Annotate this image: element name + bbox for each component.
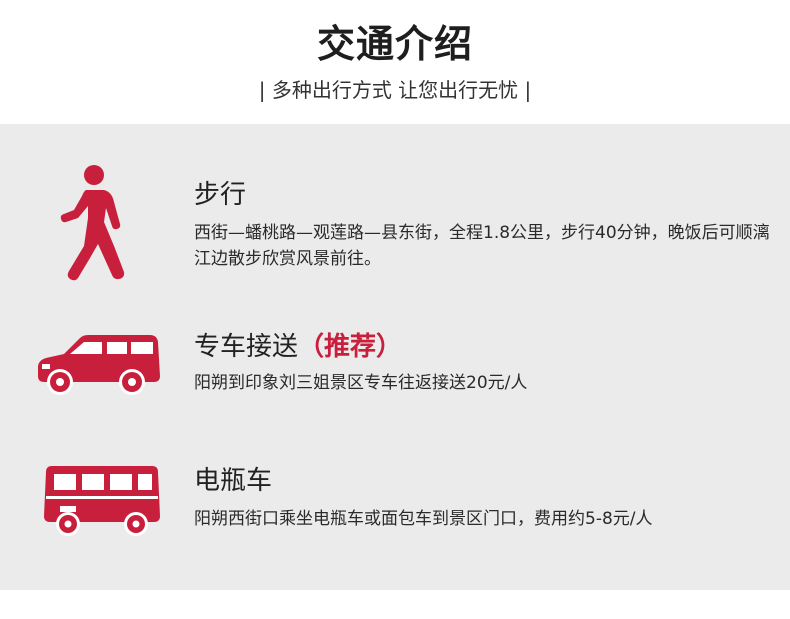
- walking-person-icon: [60, 162, 132, 282]
- transport-item-walking: 步行 西街—蟠桃路—观莲路—县东街，全程1.8公里，步行40分钟，晚饭后可顺漓江…: [0, 160, 790, 290]
- private-car-title: 专车接送（推荐）: [194, 330, 402, 364]
- page-subtitle: | 多种出行方式 让您出行无忧 |: [258, 78, 532, 102]
- page-title: 交通介绍: [316, 22, 473, 66]
- walking-title: 步行: [194, 180, 247, 210]
- transport-item-electric-shuttle: 电瓶车 阳朔西街口乘坐电瓶车或面包车到景区门口，费用约5-8元/人: [0, 454, 790, 544]
- private-car-description: 阳朔到印象刘三姐景区专车往返接送20元/人: [194, 373, 528, 393]
- electric-shuttle-description: 阳朔西街口乘坐电瓶车或面包车到景区门口，费用约5-8元/人: [194, 509, 653, 529]
- bus-icon: [42, 464, 162, 538]
- electric-shuttle-title: 电瓶车: [194, 466, 273, 496]
- walking-description: 西街—蟠桃路—观莲路—县东街，全程1.8公里，步行40分钟，晚饭后可顺漓江边散步…: [194, 223, 770, 269]
- header: 交通介绍 | 多种出行方式 让您出行无忧 |: [0, 0, 790, 124]
- transport-item-private-car: 专车接送（推荐） 阳朔到印象刘三姐景区专车往返接送20元/人: [0, 320, 790, 410]
- transport-panel: 步行 西街—蟠桃路—观莲路—县东街，全程1.8公里，步行40分钟，晚饭后可顺漓江…: [0, 124, 790, 590]
- van-icon: [34, 332, 162, 398]
- private-car-title-text: 专车接送: [194, 332, 299, 362]
- recommended-badge: （推荐）: [298, 332, 403, 362]
- page: 交通介绍 | 多种出行方式 让您出行无忧 | 步行 西街—蟠桃路—观莲路—县东街…: [0, 0, 790, 619]
